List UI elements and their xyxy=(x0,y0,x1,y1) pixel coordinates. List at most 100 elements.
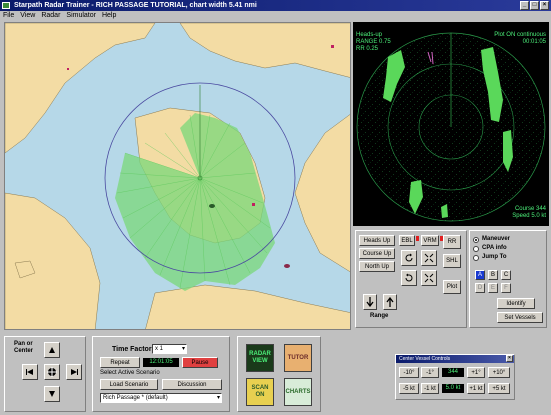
scenario-value: Rich Passage * (default) xyxy=(103,395,168,401)
shrink-icon xyxy=(424,253,434,263)
arrow-down-icon xyxy=(366,297,374,307)
rotate-cw-button[interactable] xyxy=(401,250,417,266)
course-minus-1-button[interactable]: -1° xyxy=(421,367,439,378)
cpa-info-radio[interactable] xyxy=(473,246,479,252)
pan-right-button[interactable] xyxy=(66,364,82,380)
triangle-up-icon xyxy=(49,347,55,353)
bottom-panel: Pan or Center Time Factor x 1 ▾ Repeat 1… xyxy=(0,332,551,415)
chart-map xyxy=(5,23,350,329)
radar-elapsed: 00:01:05 xyxy=(522,39,546,45)
rotate-ccw-button[interactable] xyxy=(401,270,417,286)
speed-minus-5-button[interactable]: -5 kt xyxy=(399,383,419,394)
close-button[interactable]: × xyxy=(540,1,549,10)
radar-course: Course 344 xyxy=(514,206,546,212)
window-title: Starpath Radar Trainer - RICH PASSAGE TU… xyxy=(14,2,257,9)
course-minus-10-button[interactable]: -10° xyxy=(399,367,419,378)
range-up-button[interactable] xyxy=(383,294,397,310)
vessel-a-button[interactable]: A xyxy=(475,270,485,280)
maximize-button[interactable]: □ xyxy=(530,1,539,10)
pan-down-button[interactable] xyxy=(44,386,60,402)
radar-screen[interactable]: Heads-up RANGE 0.75 RR 0.25 Plot ON cont… xyxy=(353,22,549,226)
center-vessel-controls: Center Vessel Controls × -10° -1° 344 +1… xyxy=(395,354,515,400)
pan-up-button[interactable] xyxy=(44,342,60,358)
shrink-button[interactable] xyxy=(421,250,437,266)
tutor-tile[interactable]: TUTOR xyxy=(284,344,312,372)
vessel-f-button[interactable]: F xyxy=(501,283,511,293)
cvc-close-button[interactable]: × xyxy=(506,355,513,362)
shl-button[interactable]: SHL xyxy=(443,254,461,268)
vessel-c-button[interactable]: C xyxy=(501,270,511,280)
course-up-button[interactable]: Course Up xyxy=(359,248,395,259)
triangle-down-icon xyxy=(49,391,55,397)
scenario-select[interactable]: Rich Passage * (default) ▾ xyxy=(100,393,222,403)
identify-button[interactable]: Identify xyxy=(497,298,535,309)
buoy-1 xyxy=(252,203,255,206)
course-display: 344 xyxy=(442,368,464,377)
vessel-e-button[interactable]: E xyxy=(488,283,498,293)
time-factor-select[interactable]: x 1 ▾ xyxy=(152,344,187,354)
rotate-cw-icon xyxy=(405,253,413,262)
ebl-indicator xyxy=(416,236,419,241)
vessel-b-button[interactable]: B xyxy=(488,270,498,280)
radar-view-tile[interactable]: RADAR VIEW xyxy=(246,344,274,372)
chart-view[interactable] xyxy=(4,22,351,330)
heads-up-button[interactable]: Heads Up xyxy=(359,235,395,246)
radar-range: RANGE 0.75 xyxy=(356,39,391,45)
menu-radar[interactable]: Radar xyxy=(41,11,60,21)
jump-to-radio[interactable] xyxy=(473,255,479,261)
menu-file[interactable]: File xyxy=(3,11,14,21)
arrow-up-icon xyxy=(386,297,394,307)
clock-display: 12:01:05 xyxy=(143,358,179,367)
dropdown-arrow-icon: ▾ xyxy=(181,346,185,352)
speed-display: 5.0 kt xyxy=(442,384,464,393)
buoy-2 xyxy=(331,45,334,48)
time-factor-value: x 1 xyxy=(155,346,164,352)
set-vessels-button[interactable]: Set Vessels xyxy=(497,312,543,323)
radar-plot-status: Plot ON continuous xyxy=(494,32,546,38)
radar-mode: Heads-up xyxy=(356,32,383,38)
menu-simulator[interactable]: Simulator xyxy=(66,11,96,21)
repeat-button[interactable]: Repeat xyxy=(100,357,140,368)
speed-plus-1-button[interactable]: +1 kt xyxy=(467,383,485,394)
minimize-button[interactable]: _ xyxy=(520,1,529,10)
radar-display xyxy=(356,32,546,222)
course-plus-1-button[interactable]: +1° xyxy=(467,367,485,378)
radar-speed: Speed 5.0 kt xyxy=(512,213,546,219)
window-controls: _ □ × xyxy=(520,1,549,10)
target-vessel xyxy=(209,204,215,208)
speed-minus-1-button[interactable]: -1 kt xyxy=(421,383,439,394)
speed-plus-5-button[interactable]: +5 kt xyxy=(488,383,510,394)
title-bar: Starpath Radar Trainer - RICH PASSAGE TU… xyxy=(0,0,551,11)
radar-rr: RR 0.25 xyxy=(356,46,379,52)
course-plus-10-button[interactable]: +10° xyxy=(488,367,510,378)
menu-view[interactable]: View xyxy=(20,11,35,21)
pause-button[interactable]: Pause xyxy=(182,357,218,368)
app-icon xyxy=(2,2,10,9)
time-factor-label: Time Factor xyxy=(112,346,152,353)
discussion-button[interactable]: Discussion xyxy=(162,379,222,390)
pan-label: Pan or xyxy=(14,341,33,347)
menu-help[interactable]: Help xyxy=(102,11,116,21)
radar-control-panel: Heads Up Course Up North Up EBL VRM Rang… xyxy=(353,228,549,330)
rotate-ccw-icon xyxy=(405,273,413,282)
vessel-south xyxy=(284,264,290,268)
pan-center-button[interactable] xyxy=(44,364,60,380)
expand-button[interactable] xyxy=(421,270,437,286)
range-down-button[interactable] xyxy=(363,294,377,310)
select-scenario-label: Select Active Scenario xyxy=(100,370,160,376)
charts-tile[interactable]: CHARTS xyxy=(284,378,312,406)
center-label: Center xyxy=(14,348,34,354)
triangle-right-icon xyxy=(71,369,78,375)
plot-button[interactable]: Plot xyxy=(443,280,461,294)
jump-to-label: Jump To xyxy=(482,254,507,260)
vessel-d-button[interactable]: D xyxy=(475,283,485,293)
ebl-button[interactable]: EBL xyxy=(399,235,415,246)
rr-button[interactable]: RR xyxy=(443,235,461,249)
vrm-button[interactable]: VRM xyxy=(421,235,439,246)
expand-icon xyxy=(424,273,434,283)
maneuver-radio[interactable] xyxy=(473,237,479,243)
scan-on-tile[interactable]: SCAN ON xyxy=(246,378,274,406)
pan-left-button[interactable] xyxy=(22,364,38,380)
north-up-button[interactable]: North Up xyxy=(359,261,395,272)
load-scenario-button[interactable]: Load Scenario xyxy=(100,379,158,390)
